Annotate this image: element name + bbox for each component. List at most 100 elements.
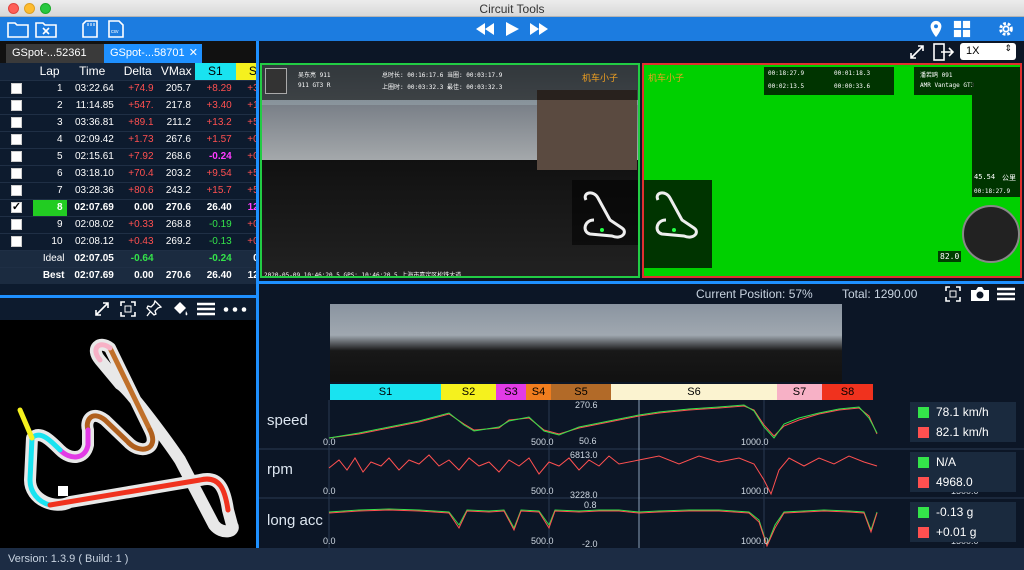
- thumbnail-frame[interactable]: [458, 304, 586, 382]
- video-thumbnail-strip[interactable]: [330, 304, 842, 382]
- tab-label: GSpot-...58701: [110, 47, 185, 59]
- csv-export-icon[interactable]: csv: [108, 20, 124, 38]
- thumbnail-frame[interactable]: [586, 304, 714, 382]
- lap-checkbox[interactable]: [10, 167, 22, 179]
- video1-current: 00:03:17.9: [466, 72, 503, 79]
- col-s2[interactable]: S2: [235, 63, 256, 80]
- lap-row[interactable]: 703:28.36+80.6243.2+15.7+5.72+: [0, 181, 256, 199]
- channel-label-speed[interactable]: speed: [267, 412, 308, 429]
- col-time[interactable]: Time: [66, 63, 118, 80]
- video1-driver: 吴东亮 911: [298, 72, 331, 79]
- fit-graph-icon[interactable]: [945, 286, 961, 302]
- tab-session-1[interactable]: GSpot-...52361: [6, 44, 104, 63]
- rpm-min-label: 3228.0: [570, 490, 598, 500]
- paint-bucket-icon[interactable]: [171, 300, 189, 317]
- play-icon[interactable]: [504, 20, 520, 38]
- lap-checkbox-checked[interactable]: [10, 200, 22, 213]
- location-pin-icon[interactable]: [928, 20, 944, 38]
- acc-x500-label: 500.0: [531, 536, 554, 546]
- rpm-x500-label: 500.0: [531, 486, 554, 496]
- tab-session-2[interactable]: GSpot-...58701 ✕: [104, 44, 202, 63]
- sector-s8[interactable]: S8: [822, 384, 873, 400]
- lap-vmax: 269.2: [157, 232, 195, 250]
- lap-checkbox[interactable]: [10, 82, 22, 94]
- lap-checkbox[interactable]: [10, 116, 22, 128]
- thumbnail-frame[interactable]: [714, 304, 842, 382]
- lap-checkbox[interactable]: [10, 218, 22, 230]
- close-tab-icon[interactable]: ✕: [189, 46, 198, 59]
- lap-checkbox[interactable]: [10, 150, 22, 162]
- sector-s4[interactable]: S4: [526, 384, 551, 400]
- col-lap[interactable]: Lap: [32, 63, 67, 80]
- fast-forward-icon[interactable]: [528, 20, 550, 38]
- open-folder-icon[interactable]: [7, 20, 29, 38]
- lap-row[interactable]: 103:22.64+74.9205.7+8.29+3.95+: [0, 79, 256, 97]
- lap-checkbox[interactable]: [10, 235, 22, 247]
- sector-s6[interactable]: S6: [611, 384, 777, 400]
- menu-icon[interactable]: [197, 302, 215, 316]
- lap-row[interactable]: 902:08.02+0.33268.8-0.19+0.13-: [0, 215, 256, 233]
- lap-number: 1: [32, 79, 67, 97]
- lap-row[interactable]: 211:14.85+547.217.8+3.40+1.19+: [0, 96, 256, 114]
- sd-card-icon[interactable]: [82, 20, 98, 38]
- video-panel-2[interactable]: 机车小子 00:18:27.9 00:01:18.3 00:02:13.5 00…: [642, 63, 1022, 278]
- col-vmax[interactable]: VMax: [157, 63, 195, 80]
- speed-x500-label: 500.0: [531, 437, 554, 447]
- track-map[interactable]: [0, 320, 256, 548]
- graph-menu-icon[interactable]: [997, 287, 1015, 301]
- lap-s2: +0.36: [235, 147, 256, 165]
- total-distance: Total: 1290.00: [842, 287, 918, 301]
- position-bar: Current Position: 57% Total: 1290.00: [259, 284, 1024, 304]
- more-icon[interactable]: [223, 307, 247, 312]
- current-label: 当圈:: [447, 72, 463, 79]
- lap-row[interactable]: 303:36.81+89.1211.2+13.2+5.95+: [0, 113, 256, 131]
- col-s1[interactable]: S1: [194, 63, 236, 80]
- lap-number: 8: [32, 198, 67, 216]
- settings-gear-icon[interactable]: [996, 20, 1016, 38]
- driver-avatar: [265, 68, 287, 94]
- speed-value-green: 78.1 km/h: [936, 405, 989, 419]
- playback-speed-select[interactable]: 1X ⇕: [960, 43, 1016, 60]
- lap-row[interactable]: 1002:08.12+0.43269.2-0.13+0.12-: [0, 232, 256, 250]
- session-tabs: GSpot-...52361 GSpot-...58701 ✕: [0, 41, 256, 63]
- lap-row[interactable]: 502:15.61+7.92268.6-0.24+0.36+: [0, 147, 256, 165]
- expand-icon[interactable]: [94, 301, 110, 317]
- lap-row[interactable]: 402:09.42+1.73267.6+1.57+0.14+: [0, 130, 256, 148]
- video1-minimap: [572, 180, 638, 245]
- lap-number: 4: [32, 130, 67, 148]
- red-swatch: [918, 527, 929, 538]
- sector-s5[interactable]: S5: [551, 384, 611, 400]
- close-file-icon[interactable]: [35, 20, 57, 38]
- rewind-icon[interactable]: [474, 20, 496, 38]
- sector-s3[interactable]: S3: [496, 384, 526, 400]
- thumbnail-frame[interactable]: [330, 304, 458, 382]
- lap-row[interactable]: 603:18.10+70.4203.2+9.54+5.54+: [0, 164, 256, 182]
- lap-delta: +80.6: [117, 181, 158, 199]
- layout-grid-icon[interactable]: [952, 20, 972, 38]
- lap-time: 02:07.69: [66, 198, 118, 216]
- lap-checkbox[interactable]: [10, 99, 22, 111]
- pin-icon[interactable]: [146, 300, 162, 317]
- lap-s1: +13.2: [194, 113, 236, 131]
- exit-fullscreen-icon[interactable]: [933, 43, 955, 61]
- lap-time: 02:08.02: [66, 215, 118, 233]
- fit-screen-icon[interactable]: [120, 301, 136, 317]
- lap-delta: +1.73: [117, 130, 158, 148]
- expand-video-icon[interactable]: [909, 44, 925, 60]
- sector-s2[interactable]: S2: [441, 384, 496, 400]
- lap-checkbox[interactable]: [10, 133, 22, 145]
- ideal-s2: 0.00: [235, 249, 256, 267]
- sector-s1[interactable]: S1: [330, 384, 441, 400]
- video2-g-gauge: [962, 205, 1020, 263]
- col-delta[interactable]: Delta: [117, 63, 158, 80]
- video-panel-1[interactable]: 吴东亮 911 911 GT3 R 总时长: 00:16:17.6 当圈: 00…: [260, 63, 640, 278]
- sector-s7[interactable]: S7: [777, 384, 822, 400]
- lap-checkbox[interactable]: [10, 184, 22, 196]
- lap-vmax: 268.6: [157, 147, 195, 165]
- channel-label-rpm[interactable]: rpm: [267, 461, 293, 478]
- channel-label-long-acc[interactable]: long acc: [267, 512, 323, 529]
- camera-icon[interactable]: [969, 285, 991, 303]
- lap-time: 02:15.61: [66, 147, 118, 165]
- lap-row-best[interactable]: 802:07.690.00270.626.4012.636: [0, 198, 256, 216]
- video2-last: 00:02:13.5: [768, 83, 805, 90]
